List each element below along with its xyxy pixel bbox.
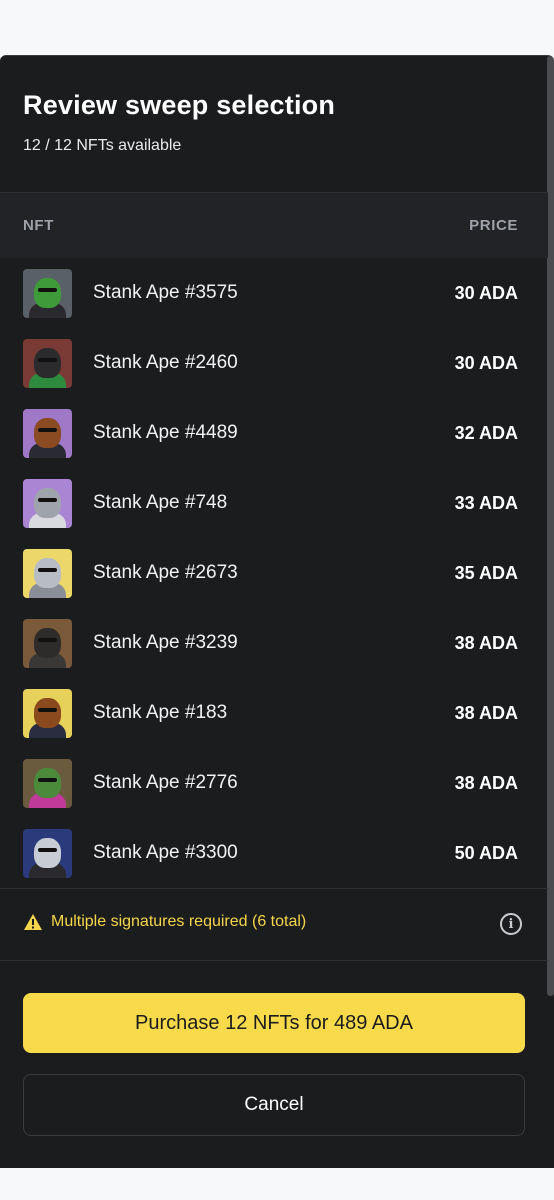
nft-thumbnail [23,828,72,878]
nft-row[interactable]: Stank Ape #183 38 ADA [0,678,548,748]
nft-price: 38 ADA [454,632,518,653]
cancel-button[interactable]: Cancel [23,1074,525,1136]
dialog-title: Review sweep selection [23,90,336,120]
signature-notice-text: Multiple signatures required (6 total) [51,913,307,930]
warning-icon [24,914,42,930]
column-header-nft: NFT [23,217,54,234]
column-header-price: PRICE [469,217,518,234]
table-header: NFT PRICE [0,192,548,258]
nft-row[interactable]: Stank Ape #2460 30 ADA [0,328,548,398]
nft-name: Stank Ape #2776 [93,772,238,793]
nft-row[interactable]: Stank Ape #3575 30 ADA [0,258,548,328]
nft-name: Stank Ape #4489 [93,422,238,443]
nft-thumbnail [23,478,72,528]
nft-row[interactable]: Stank Ape #3300 50 ADA [0,818,548,888]
nft-price: 30 ADA [454,282,518,303]
signature-notice: Multiple signatures required (6 total) [23,913,525,931]
divider [0,960,548,961]
nft-name: Stank Ape #3575 [93,282,238,303]
nft-list: Stank Ape #3575 30 ADA Stank Ape #2460 30 A… [0,258,548,888]
nft-thumbnail [23,758,72,808]
nft-row[interactable]: Stank Ape #4489 32 ADA [0,398,548,468]
nft-name: Stank Ape #2460 [93,352,238,373]
nft-name: Stank Ape #3239 [93,632,238,653]
nft-price: 38 ADA [454,702,518,723]
nft-name: Stank Ape #3300 [93,842,238,863]
dialog-header: Review sweep selection 12 / 12 NFTs avai… [23,90,335,155]
nft-price: 32 ADA [454,422,518,443]
nft-price: 35 ADA [454,562,518,583]
nft-row[interactable]: Stank Ape #748 33 ADA [0,468,548,538]
nft-name: Stank Ape #748 [93,492,228,513]
nft-thumbnail [23,548,72,598]
info-icon[interactable]: i [500,913,522,935]
nft-price: 30 ADA [454,352,518,373]
nft-thumbnail [23,688,72,738]
nft-name: Stank Ape #183 [93,702,228,723]
nft-thumbnail [23,408,72,458]
divider [0,888,548,889]
nft-thumbnail [23,338,72,388]
nft-thumbnail [23,618,72,668]
nft-row[interactable]: Stank Ape #3239 38 ADA [0,608,548,678]
nft-price: 38 ADA [454,772,518,793]
availability-text: 12 / 12 NFTs available [23,137,182,154]
nft-price: 50 ADA [454,842,518,863]
purchase-button[interactable]: Purchase 12 NFTs for 489 ADA [23,993,525,1053]
nft-thumbnail [23,268,72,318]
nft-row[interactable]: Stank Ape #2673 35 ADA [0,538,548,608]
nft-name: Stank Ape #2673 [93,562,238,583]
nft-price: 33 ADA [454,492,518,513]
nft-row[interactable]: Stank Ape #2776 38 ADA [0,748,548,818]
sweep-review-dialog: Review sweep selection 12 / 12 NFTs avai… [0,55,554,1168]
scrollbar[interactable] [547,56,554,996]
